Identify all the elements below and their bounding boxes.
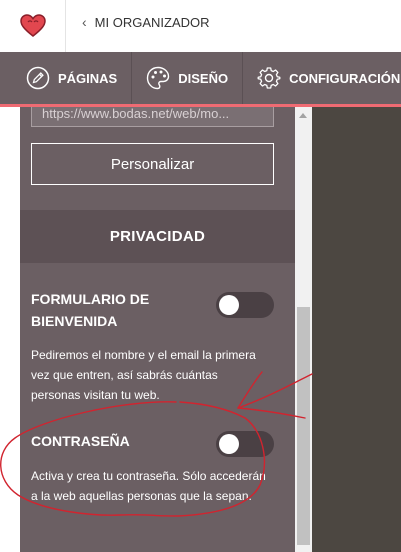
web-url-field[interactable]: https://www.bodas.net/web/mo... xyxy=(31,107,274,127)
scroll-up-arrow-icon[interactable] xyxy=(299,113,307,118)
left-gutter xyxy=(0,107,20,552)
gear-icon xyxy=(257,67,281,89)
tab-settings[interactable]: CONFIGURACIÓN xyxy=(243,52,401,104)
panel-scrollbar[interactable] xyxy=(295,107,312,552)
welcome-form-title-line2: BIENVENIDA xyxy=(31,313,118,329)
top-bar: ‹ MI ORGANIZADOR xyxy=(0,0,401,52)
privacy-section-header: PRIVACIDAD xyxy=(20,210,295,263)
tab-pages-label: PÁGINAS xyxy=(58,70,118,86)
logo[interactable] xyxy=(0,0,66,52)
tab-pages[interactable]: PÁGINAS xyxy=(0,52,133,104)
settings-panel: https://www.bodas.net/web/mo... Personal… xyxy=(20,107,295,552)
password-description: Activa y crea tu contraseña. Sólo accede… xyxy=(31,466,281,506)
welcome-form-description: Pediremos el nombre y el email la primer… xyxy=(31,345,281,405)
toggle-knob xyxy=(219,295,239,315)
password-desc-line1: Activa y crea tu contraseña. Sólo accede… xyxy=(31,469,266,483)
welcome-form-title-line1: FORMULARIO DE xyxy=(31,291,150,307)
password-title: CONTRASEÑA xyxy=(31,433,130,449)
scroll-thumb[interactable] xyxy=(297,307,310,545)
palette-icon xyxy=(147,66,170,90)
tab-settings-label: CONFIGURACIÓN xyxy=(289,70,401,86)
password-desc-line2: a la web aquellas personas que la sepan. xyxy=(31,489,252,503)
tab-design[interactable]: DISEÑO xyxy=(132,52,244,104)
password-toggle[interactable] xyxy=(216,431,274,457)
welcome-form-desc-line2: vez que entren, así sabrás cuántas xyxy=(31,368,218,382)
welcome-form-title: FORMULARIO DE BIENVENIDA xyxy=(31,288,149,332)
back-label: MI ORGANIZADOR xyxy=(94,14,210,30)
welcome-form-desc-line1: Pediremos el nombre y el email la primer… xyxy=(31,348,256,362)
customize-button[interactable]: Personalizar xyxy=(31,143,274,185)
web-url-value: https://www.bodas.net/web/mo... xyxy=(42,107,230,121)
welcome-form-toggle[interactable] xyxy=(216,292,274,318)
back-to-organizer-link[interactable]: ‹ MI ORGANIZADOR xyxy=(82,14,210,30)
tab-design-label: DISEÑO xyxy=(178,70,229,86)
site-preview-area xyxy=(312,107,401,552)
toggle-knob xyxy=(219,434,239,454)
chevron-left-icon: ‹ xyxy=(82,14,87,30)
welcome-form-desc-line3: personas visitan tu web. xyxy=(31,388,160,402)
heart-logo-icon xyxy=(19,14,46,37)
editor-tabs: PÁGINAS DISEÑO CONFIGURACIÓN xyxy=(0,52,401,107)
pencil-icon xyxy=(26,66,50,90)
